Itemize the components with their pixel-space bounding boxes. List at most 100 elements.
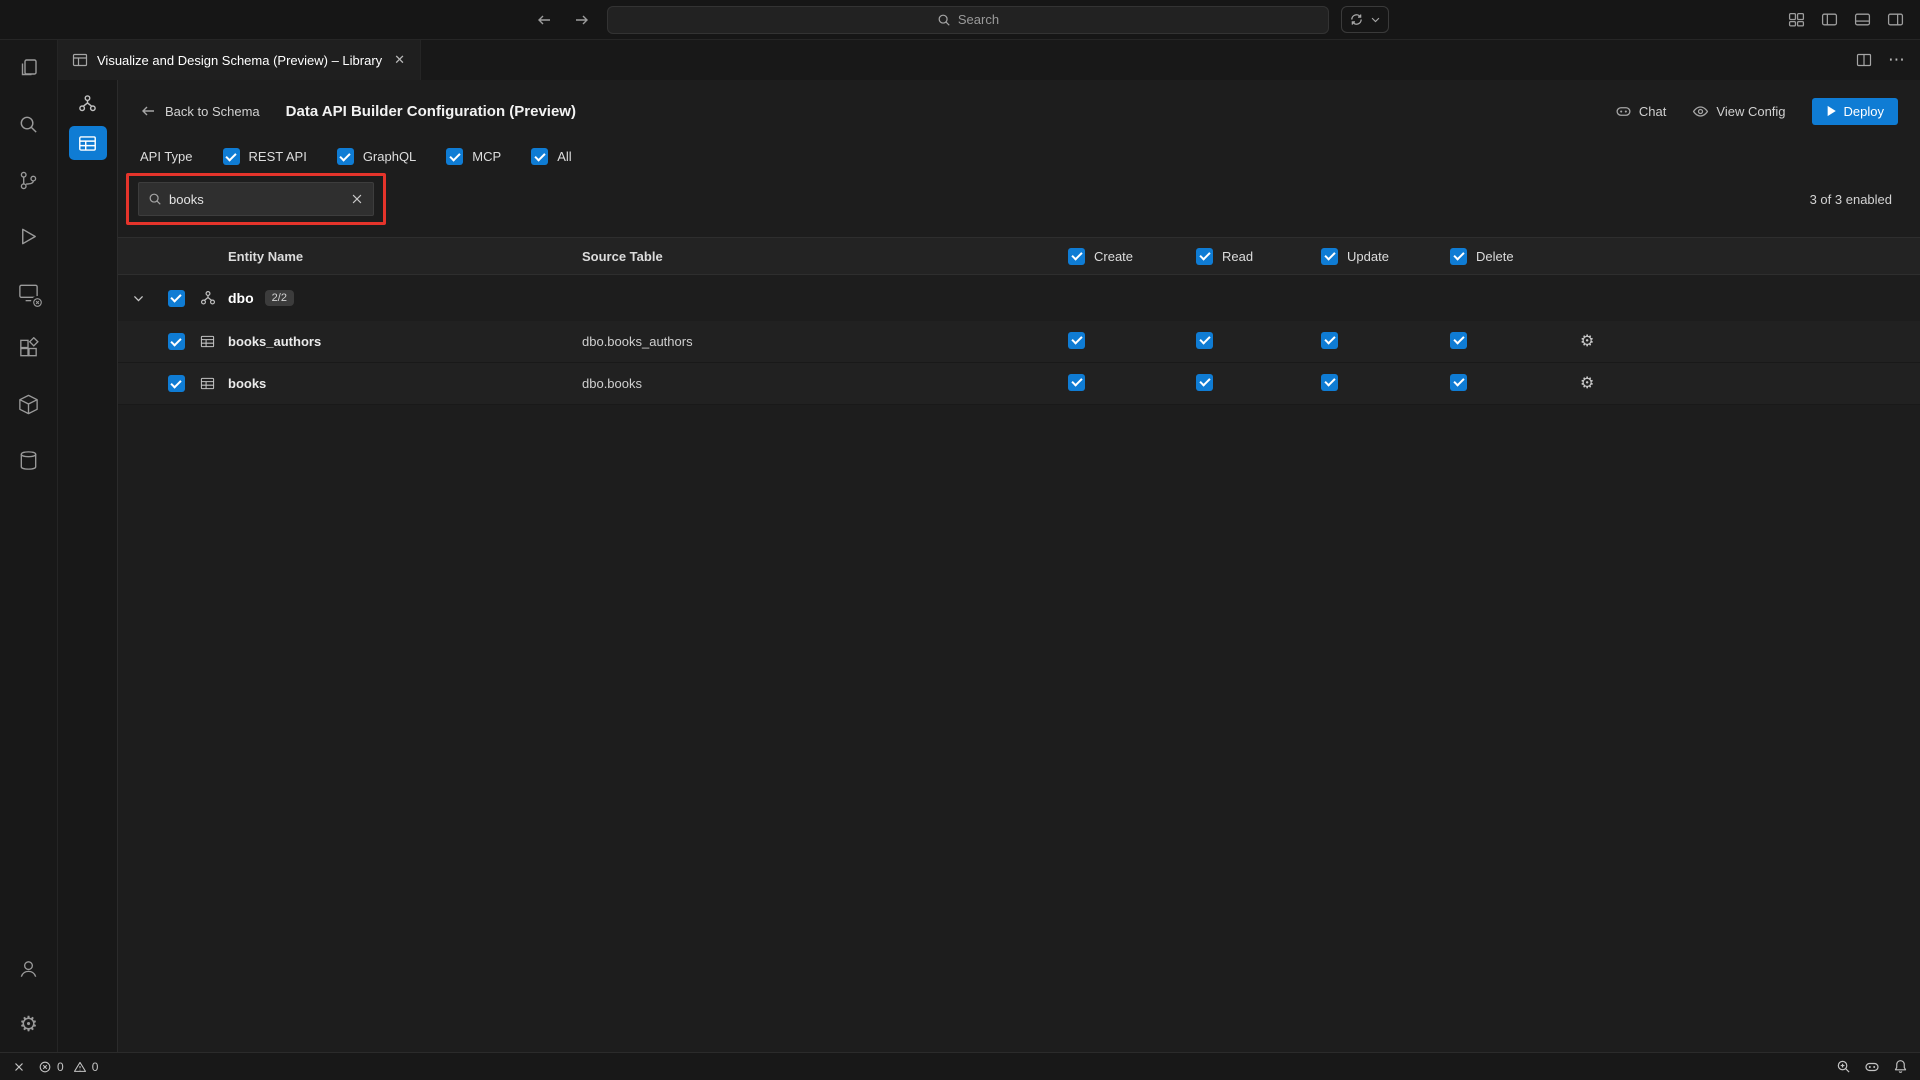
schema-group-row: dbo 2/2 (118, 275, 1920, 321)
deploy-button[interactable]: Deploy (1812, 98, 1898, 125)
search-icon (17, 113, 40, 136)
table-header-row: Entity Name Source Table Create Read (118, 237, 1920, 275)
sidebar-item-extensions[interactable] (0, 320, 57, 376)
sidebar-item-source-control[interactable] (0, 152, 57, 208)
editor-area: Back to Schema Data API Builder Configur… (58, 80, 1920, 1052)
deploy-label: Deploy (1844, 104, 1884, 119)
sidebar-item-account[interactable] (0, 940, 57, 996)
all-label: All (557, 149, 571, 164)
tab-actions: ⋯ (1856, 40, 1906, 80)
api-type-label: API Type (140, 149, 193, 164)
global-search-box[interactable]: Search (607, 6, 1329, 34)
schema-visualizer-tab[interactable] (69, 86, 107, 120)
sidebar-item-database[interactable] (0, 432, 57, 488)
toggle-panel-icon[interactable] (1854, 11, 1871, 28)
remote-indicator[interactable] (12, 1060, 26, 1074)
delete-checkbox[interactable] (1450, 332, 1467, 349)
sidebar-item-settings[interactable]: ⚙ (0, 996, 57, 1052)
view-config-label: View Config (1716, 104, 1785, 119)
table-row: books_authors dbo.books_authors ⚙ (118, 321, 1920, 363)
read-all-checkbox[interactable] (1196, 248, 1213, 265)
arrow-left-icon (140, 103, 156, 119)
arrow-left-icon (536, 12, 552, 28)
delete-checkbox[interactable] (1450, 374, 1467, 391)
view-config-button[interactable]: View Config (1692, 103, 1785, 120)
zoom-icon[interactable] (1836, 1059, 1851, 1074)
sync-icon (1349, 12, 1364, 27)
api-type-filter-row: API Type REST API GraphQL MCP (140, 148, 1920, 165)
sidebar-item-explorer[interactable] (0, 40, 57, 96)
warning-count: 0 (92, 1060, 99, 1074)
mcp-checkbox[interactable] (446, 148, 463, 165)
filter-mcp[interactable]: MCP (446, 148, 501, 165)
create-checkbox[interactable] (1068, 332, 1085, 349)
sidebar-item-sql-server[interactable] (0, 264, 57, 320)
account-icon (17, 957, 40, 980)
close-icon[interactable]: ✕ (391, 50, 408, 70)
eye-icon (1692, 103, 1709, 120)
chevron-down-icon (1370, 14, 1381, 25)
filter-graphql[interactable]: GraphQL (337, 148, 416, 165)
update-checkbox[interactable] (1321, 374, 1338, 391)
problems-indicator[interactable]: 0 0 (38, 1060, 98, 1074)
entity-search-input[interactable] (169, 192, 343, 207)
back-to-schema-button[interactable]: Back to Schema (140, 103, 260, 119)
activity-bar: ⚙ (0, 40, 58, 1052)
entity-name: books (228, 376, 582, 391)
filter-rest-api[interactable]: REST API (223, 148, 307, 165)
connection-error-badge (31, 296, 44, 309)
row-checkbox[interactable] (168, 375, 185, 392)
clear-search-icon[interactable] (350, 192, 364, 206)
read-checkbox[interactable] (1196, 332, 1213, 349)
status-bar: 0 0 (0, 1052, 1920, 1080)
split-editor-icon[interactable] (1856, 52, 1872, 68)
toggle-secondary-sidebar-icon[interactable] (1887, 11, 1904, 28)
command-center: Search (531, 0, 1389, 39)
arrow-right-icon (574, 12, 590, 28)
nav-back-button[interactable] (531, 7, 557, 33)
table-icon (200, 376, 215, 391)
collapse-group-button[interactable] (118, 292, 158, 305)
sidebar-item-database-projects[interactable] (0, 376, 57, 432)
chat-label: Chat (1639, 104, 1666, 119)
row-checkbox[interactable] (168, 333, 185, 350)
all-checkbox[interactable] (531, 148, 548, 165)
update-checkbox[interactable] (1321, 332, 1338, 349)
group-count-badge: 2/2 (265, 290, 294, 306)
row-settings-gear-icon[interactable]: ⚙ (1580, 376, 1594, 392)
page-title: Data API Builder Configuration (Preview) (286, 103, 576, 120)
chat-button[interactable]: Chat (1615, 103, 1666, 120)
annotation-highlight (126, 173, 386, 225)
copilot-icon[interactable] (1864, 1059, 1880, 1075)
read-checkbox[interactable] (1196, 374, 1213, 391)
filter-all[interactable]: All (531, 148, 571, 165)
graphql-checkbox[interactable] (337, 148, 354, 165)
graphql-label: GraphQL (363, 149, 416, 164)
bell-icon[interactable] (1893, 1059, 1908, 1074)
search-placeholder: Search (958, 12, 999, 27)
refresh-dropdown-button[interactable] (1341, 6, 1389, 33)
create-checkbox[interactable] (1068, 374, 1085, 391)
sidebar-item-search[interactable] (0, 96, 57, 152)
statusbar-right (1836, 1059, 1908, 1075)
col-create: Create (1068, 248, 1196, 265)
sidebar-item-run-debug[interactable] (0, 208, 57, 264)
nav-forward-button[interactable] (569, 7, 595, 33)
delete-all-checkbox[interactable] (1450, 248, 1467, 265)
row-settings-gear-icon[interactable]: ⚙ (1580, 334, 1594, 350)
warning-icon (73, 1060, 87, 1074)
run-debug-icon (17, 225, 40, 248)
error-icon (38, 1060, 52, 1074)
update-all-checkbox[interactable] (1321, 248, 1338, 265)
tab-visualize-design-schema[interactable]: Visualize and Design Schema (Preview) – … (58, 40, 421, 80)
create-all-checkbox[interactable] (1068, 248, 1085, 265)
create-label: Create (1094, 249, 1133, 264)
rest-api-checkbox[interactable] (223, 148, 240, 165)
source-table: dbo.books_authors (582, 334, 1068, 349)
group-checkbox[interactable] (168, 290, 185, 307)
table-icon (200, 334, 215, 349)
customize-layout-icon[interactable] (1788, 11, 1805, 28)
table-api-config-tab[interactable] (69, 126, 107, 160)
more-actions-icon[interactable]: ⋯ (1888, 50, 1906, 70)
toggle-primary-sidebar-icon[interactable] (1821, 11, 1838, 28)
